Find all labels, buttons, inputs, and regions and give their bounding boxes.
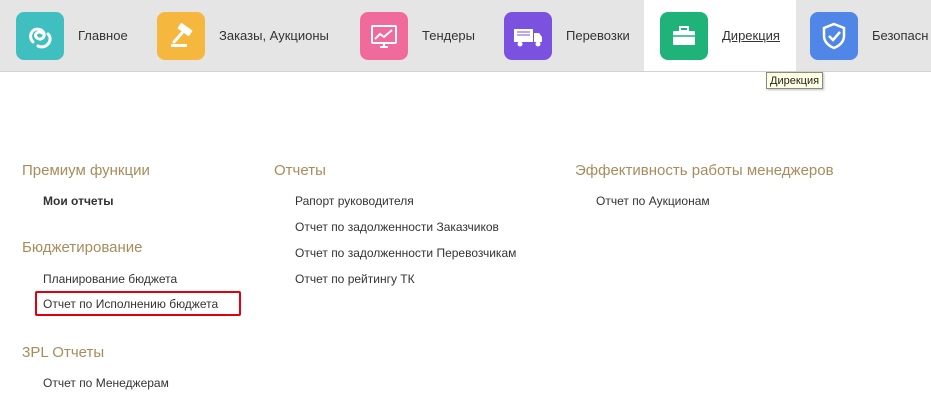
section-title-efficiency: Эффективность работы менеджеров	[575, 162, 834, 179]
tab-directorate[interactable]: Дирекция	[644, 0, 796, 71]
tab-label: Безопасн	[872, 28, 929, 43]
tab-label: Дирекция	[722, 28, 780, 43]
tooltip: Дирекция	[766, 72, 824, 89]
link-carrier-debt-report[interactable]: Отчет по задолженности Перевозчикам	[295, 246, 516, 260]
tab-security[interactable]: Безопасн	[810, 0, 928, 71]
link-customer-debt-report[interactable]: Отчет по задолженности Заказчиков	[295, 220, 499, 234]
link-budget-planning[interactable]: Планирование бюджета	[43, 272, 177, 286]
chart-monitor-icon	[360, 11, 408, 60]
link-auctions-report[interactable]: Отчет по Аукционам	[596, 194, 710, 208]
gavel-icon	[157, 11, 205, 60]
link-head-report[interactable]: Рапорт руководителя	[295, 194, 414, 208]
top-navigation-bar: Главное Заказы, Аукционы Тендеры Перевоз…	[0, 0, 931, 72]
tab-transport[interactable]: Перевозки	[504, 0, 630, 71]
link-my-reports[interactable]: Мои отчеты	[43, 194, 114, 208]
section-title-premium: Премиум функции	[22, 162, 150, 179]
section-title-budget: Бюджетирование	[22, 239, 143, 256]
link-budget-execution-report[interactable]: Отчет по Исполнению бюджета	[43, 297, 218, 311]
tab-main[interactable]: Главное	[16, 0, 128, 71]
tab-label: Заказы, Аукционы	[219, 28, 329, 43]
tab-label: Тендеры	[422, 28, 476, 43]
briefcase-icon	[660, 11, 708, 60]
tab-orders-auctions[interactable]: Заказы, Аукционы	[157, 0, 329, 71]
tab-tenders[interactable]: Тендеры	[360, 0, 475, 71]
tab-label: Главное	[78, 28, 128, 43]
section-title-reports: Отчеты	[274, 162, 326, 179]
shield-check-icon	[810, 11, 858, 60]
section-title-3pl: 3PL Отчеты	[22, 344, 105, 361]
link-managers-report[interactable]: Отчет по Менеджерам	[43, 376, 169, 390]
swirl-logo-icon	[16, 11, 64, 60]
truck-icon	[504, 11, 552, 60]
tab-label: Перевозки	[566, 28, 630, 43]
link-tk-rating-report[interactable]: Отчет по рейтингу ТК	[295, 272, 415, 286]
